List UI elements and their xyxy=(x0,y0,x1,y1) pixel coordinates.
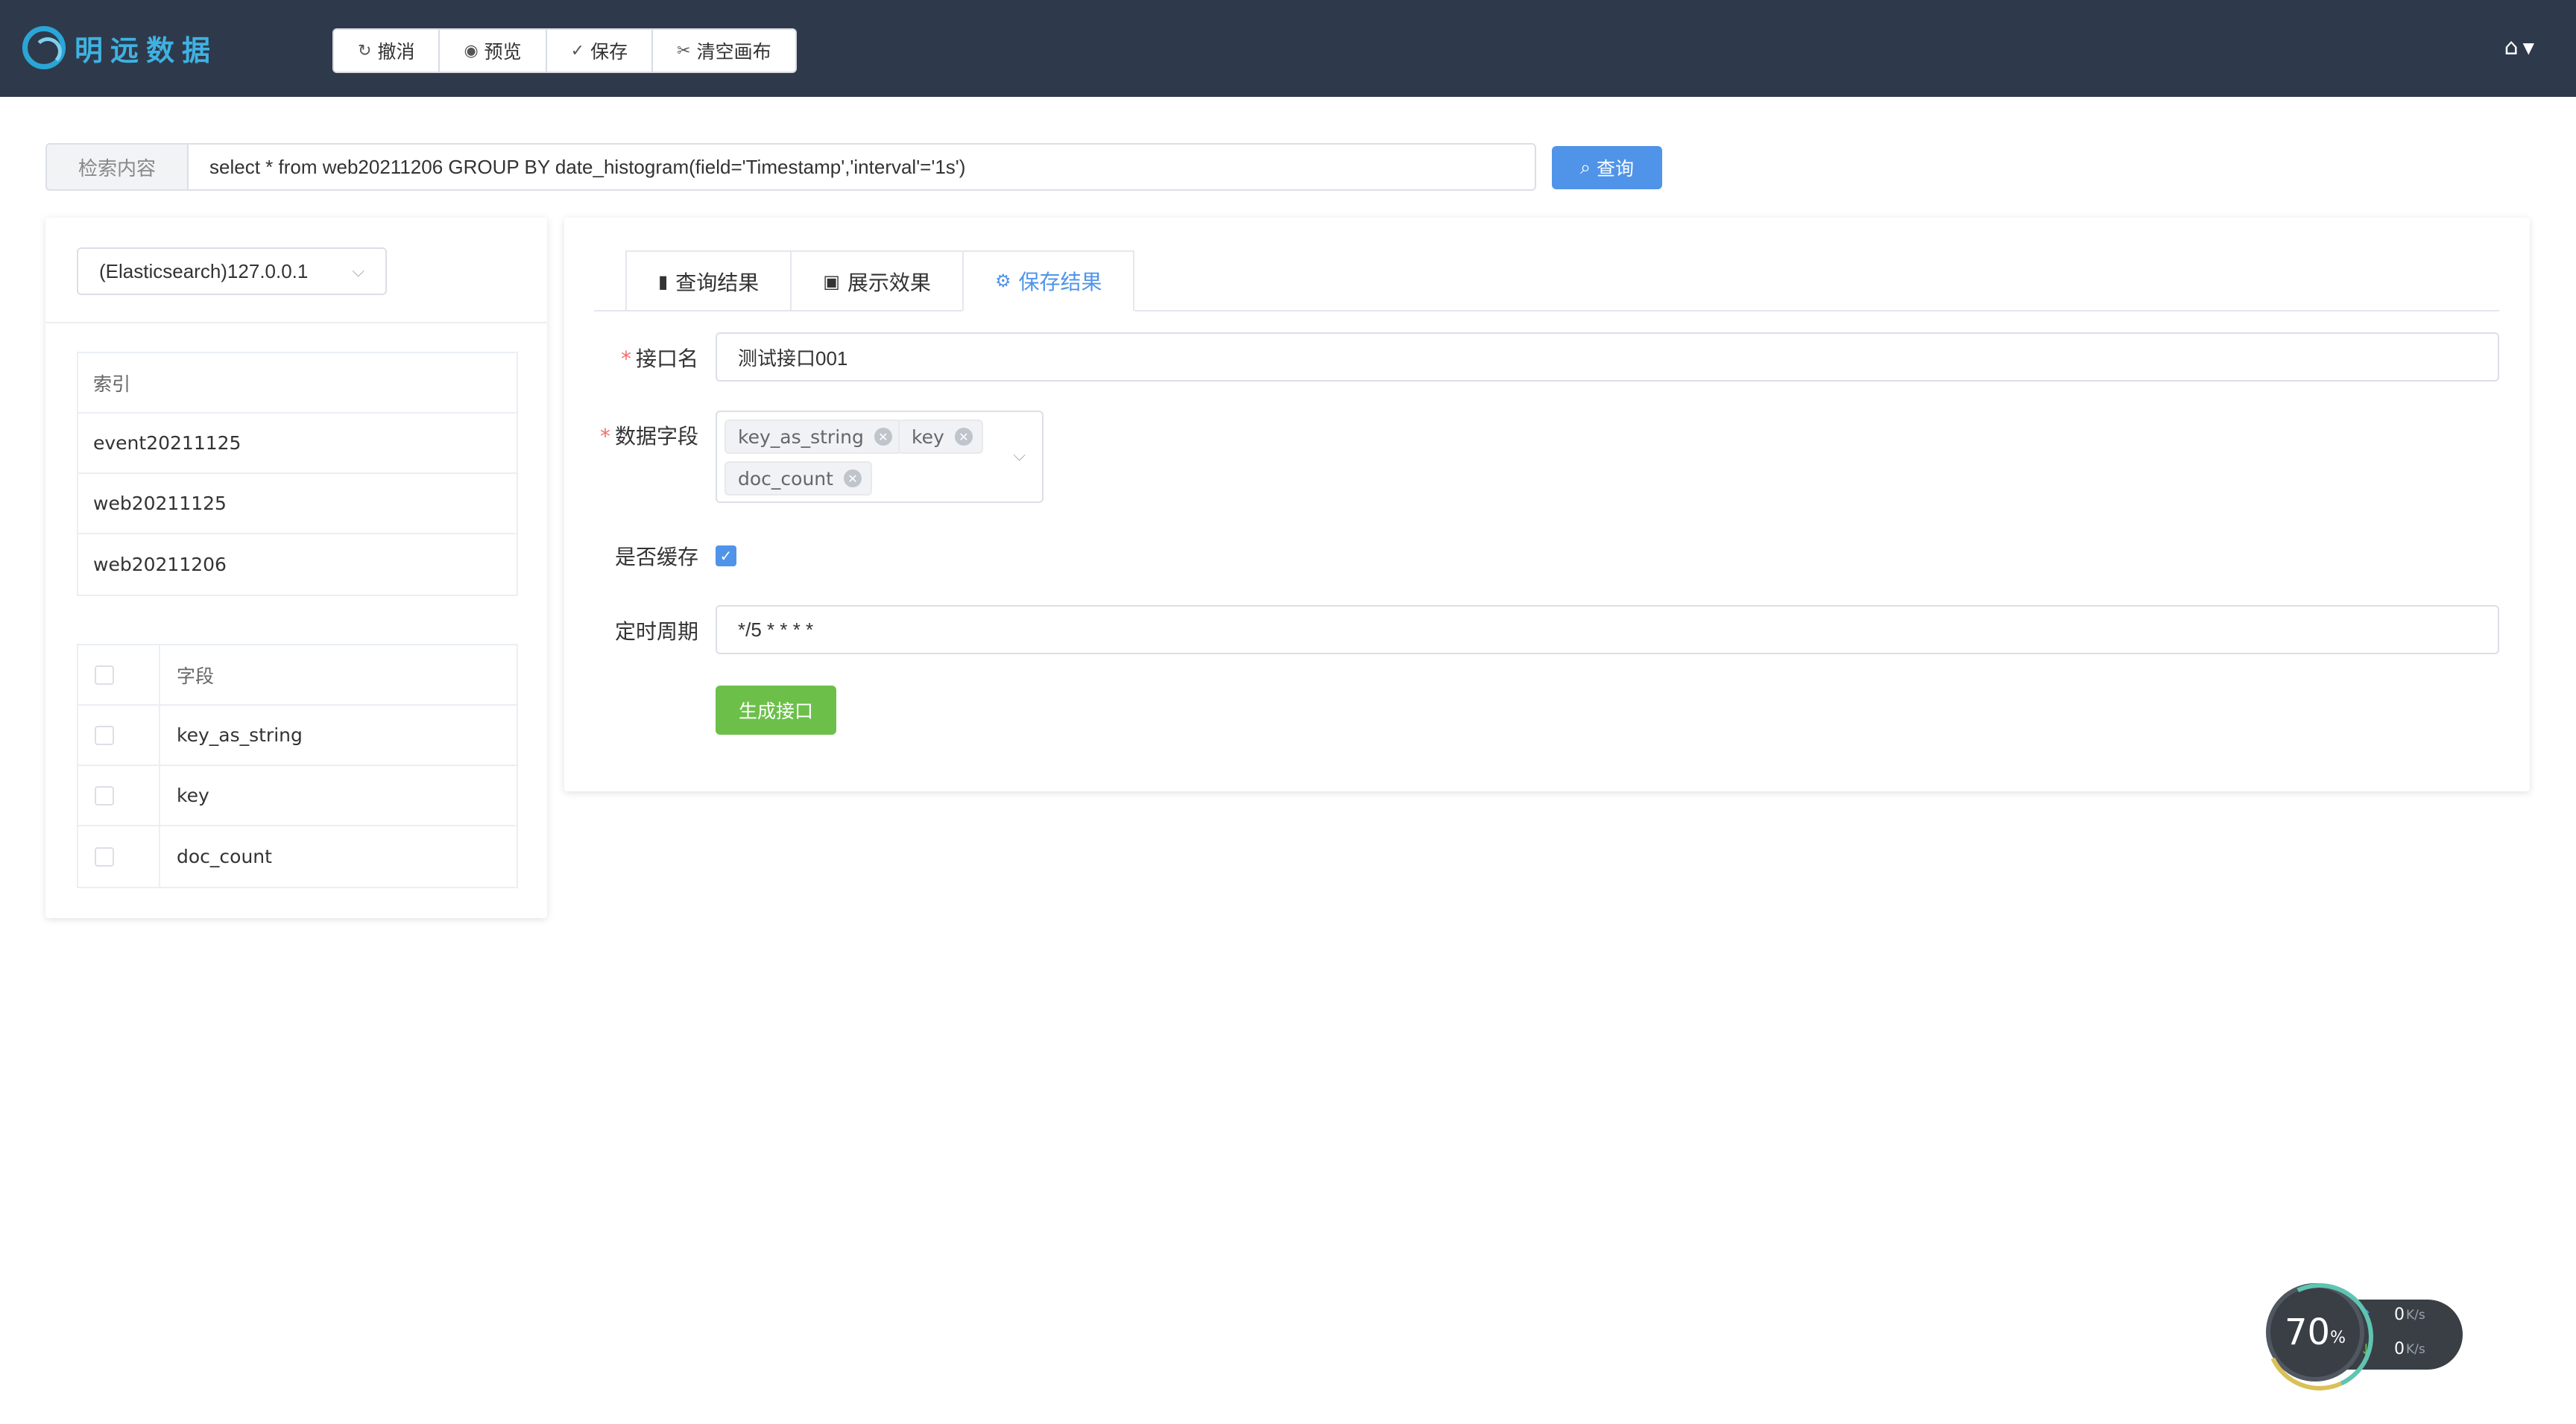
home-icon: ⌂ xyxy=(2504,34,2519,60)
field-row: key xyxy=(78,766,517,826)
brand-logo[interactable]: 明远数据 xyxy=(22,25,218,70)
network-speed-widget[interactable]: ↑ 0 K/s ↓ 0 K/s 70 % xyxy=(2266,1280,2467,1385)
field-name: doc_count xyxy=(177,846,272,867)
editor-toolbar: ↻ 撤消 ◉ 预览 ✓ 保存 ✂ 清空画布 xyxy=(332,28,797,73)
eye-icon: ◉ xyxy=(464,41,479,60)
field-tag: key ✕ xyxy=(898,420,983,454)
field-checkbox[interactable] xyxy=(95,847,114,867)
data-fields-label-text: 数据字段 xyxy=(614,424,698,449)
field-table: 字段 key_as_string key doc_count xyxy=(77,644,518,888)
api-name-label: * 接口名 xyxy=(564,343,698,373)
brand-name: 明远数据 xyxy=(75,34,218,67)
data-fields-label: * 数据字段 xyxy=(564,420,698,450)
tab-label: 保存结果 xyxy=(1018,270,1102,294)
bar-chart-icon: ▮ xyxy=(658,271,669,292)
upload-speed: ↑ 0 K/s xyxy=(2360,1306,2425,1324)
tab-query-result[interactable]: ▮ 查询结果 xyxy=(625,250,792,311)
field-tag: doc_count ✕ xyxy=(724,461,872,496)
index-table: 索引 event20211125 web20211125 web20211206 xyxy=(77,352,518,596)
checkbox-cell xyxy=(78,706,160,765)
schedule-label: 定时周期 xyxy=(614,619,698,644)
memory-gauge: 70 % xyxy=(2266,1283,2364,1382)
required-mark: * xyxy=(599,424,610,449)
tag-label: key xyxy=(912,425,944,448)
undo-button[interactable]: ↻ 撤消 xyxy=(334,30,441,72)
undo-label: 撤消 xyxy=(377,41,415,63)
query-button[interactable]: ⌕ 查询 xyxy=(1552,146,1662,189)
save-label: 保存 xyxy=(590,41,628,63)
field-header-label: 字段 xyxy=(177,665,215,687)
search-input[interactable] xyxy=(187,143,1536,191)
chevron-down-icon: ⌵ xyxy=(1013,446,1026,465)
left-panel: (Elasticsearch)127.0.0.1 ⌵ 索引 event20211… xyxy=(45,218,547,918)
cache-checkbox[interactable]: ✓ xyxy=(716,545,736,566)
clear-canvas-label: 清空画布 xyxy=(696,41,771,63)
schedule-input[interactable] xyxy=(716,605,2499,654)
tab-save-result[interactable]: ⚙ 保存结果 xyxy=(962,250,1135,311)
query-button-label: 查询 xyxy=(1597,158,1635,180)
field-table-header: 字段 xyxy=(78,645,517,706)
gear-icon: ⚙ xyxy=(994,270,1011,291)
preview-button[interactable]: ◉ 预览 xyxy=(440,30,547,72)
field-row: key_as_string xyxy=(78,706,517,766)
gauge-percent-unit: % xyxy=(2330,1328,2346,1347)
logo-ring-icon xyxy=(22,26,66,69)
speed-unit: K/s xyxy=(2406,1307,2425,1323)
api-name-input[interactable] xyxy=(716,332,2499,382)
scissors-icon: ✂ xyxy=(677,41,691,60)
index-row[interactable]: web20211206 xyxy=(78,534,517,595)
api-name-label-text: 接口名 xyxy=(635,346,698,371)
close-icon[interactable]: ✕ xyxy=(954,428,973,446)
checkbox-cell xyxy=(78,645,160,704)
datasource-select[interactable]: (Elasticsearch)127.0.0.1 ⌵ xyxy=(77,247,387,295)
data-fields-select[interactable]: key_as_string ✕ key ✕ doc_count ✕ ⌵ xyxy=(716,411,1044,503)
tabs-divider xyxy=(594,310,2499,311)
check-icon: ✓ xyxy=(719,547,733,565)
field-checkbox[interactable] xyxy=(95,785,114,806)
close-icon[interactable]: ✕ xyxy=(843,469,862,487)
tag-label: doc_count xyxy=(738,467,833,490)
top-header: 明远数据 ↻ 撤消 ◉ 预览 ✓ 保存 ✂ 清空画布 ⌂ ▼ xyxy=(0,0,2576,97)
save-icon: ✓ xyxy=(570,41,585,60)
field-name: key xyxy=(177,785,209,806)
download-speed: ↓ 0 K/s xyxy=(2360,1340,2425,1358)
home-menu[interactable]: ⌂ ▼ xyxy=(2504,34,2534,60)
generate-api-button[interactable]: 生成接口 xyxy=(716,686,836,735)
speed-unit: K/s xyxy=(2406,1341,2425,1357)
select-all-checkbox[interactable] xyxy=(95,665,114,685)
index-row[interactable]: event20211125 xyxy=(78,414,517,474)
tag-label: key_as_string xyxy=(738,425,864,448)
preview-label: 预览 xyxy=(484,41,522,63)
tab-label: 展示效果 xyxy=(847,270,931,295)
tab-display-effect[interactable]: ▣ 展示效果 xyxy=(790,250,964,311)
upload-speed-value: 0 xyxy=(2394,1306,2405,1324)
search-label: 检索内容 xyxy=(45,143,187,191)
close-icon[interactable]: ✕ xyxy=(874,428,892,446)
field-row: doc_count xyxy=(78,826,517,887)
image-icon: ▣ xyxy=(823,271,840,292)
datasource-value: (Elasticsearch)127.0.0.1 xyxy=(99,259,309,282)
save-button[interactable]: ✓ 保存 xyxy=(546,30,654,72)
checkbox-cell xyxy=(78,826,160,887)
search-bar: 检索内容 xyxy=(45,143,1536,191)
cache-label: 是否缓存 xyxy=(614,545,698,569)
divider xyxy=(45,322,547,323)
chevron-down-icon: ⌵ xyxy=(352,262,364,280)
caret-down-icon: ▼ xyxy=(2522,38,2534,57)
download-speed-value: 0 xyxy=(2394,1340,2405,1358)
index-table-header: 索引 xyxy=(78,353,517,414)
field-checkbox[interactable] xyxy=(95,725,114,745)
index-row[interactable]: web20211125 xyxy=(78,474,517,534)
search-icon: ⌕ xyxy=(1579,156,1591,178)
result-tabs: ▮ 查询结果 ▣ 展示效果 ⚙ 保存结果 xyxy=(625,250,1135,311)
clear-canvas-button[interactable]: ✂ 清空画布 xyxy=(653,30,795,72)
undo-icon: ↻ xyxy=(358,41,372,60)
field-tag: key_as_string ✕ xyxy=(724,420,903,454)
required-mark: * xyxy=(620,346,631,371)
gauge-percent: 70 xyxy=(2285,1311,2331,1353)
tab-label: 查询结果 xyxy=(675,270,760,295)
right-panel: ▮ 查询结果 ▣ 展示效果 ⚙ 保存结果 *接口名 *数据字段 key_as_s… xyxy=(564,218,2530,791)
field-name: key_as_string xyxy=(177,724,303,746)
checkbox-cell xyxy=(78,766,160,825)
